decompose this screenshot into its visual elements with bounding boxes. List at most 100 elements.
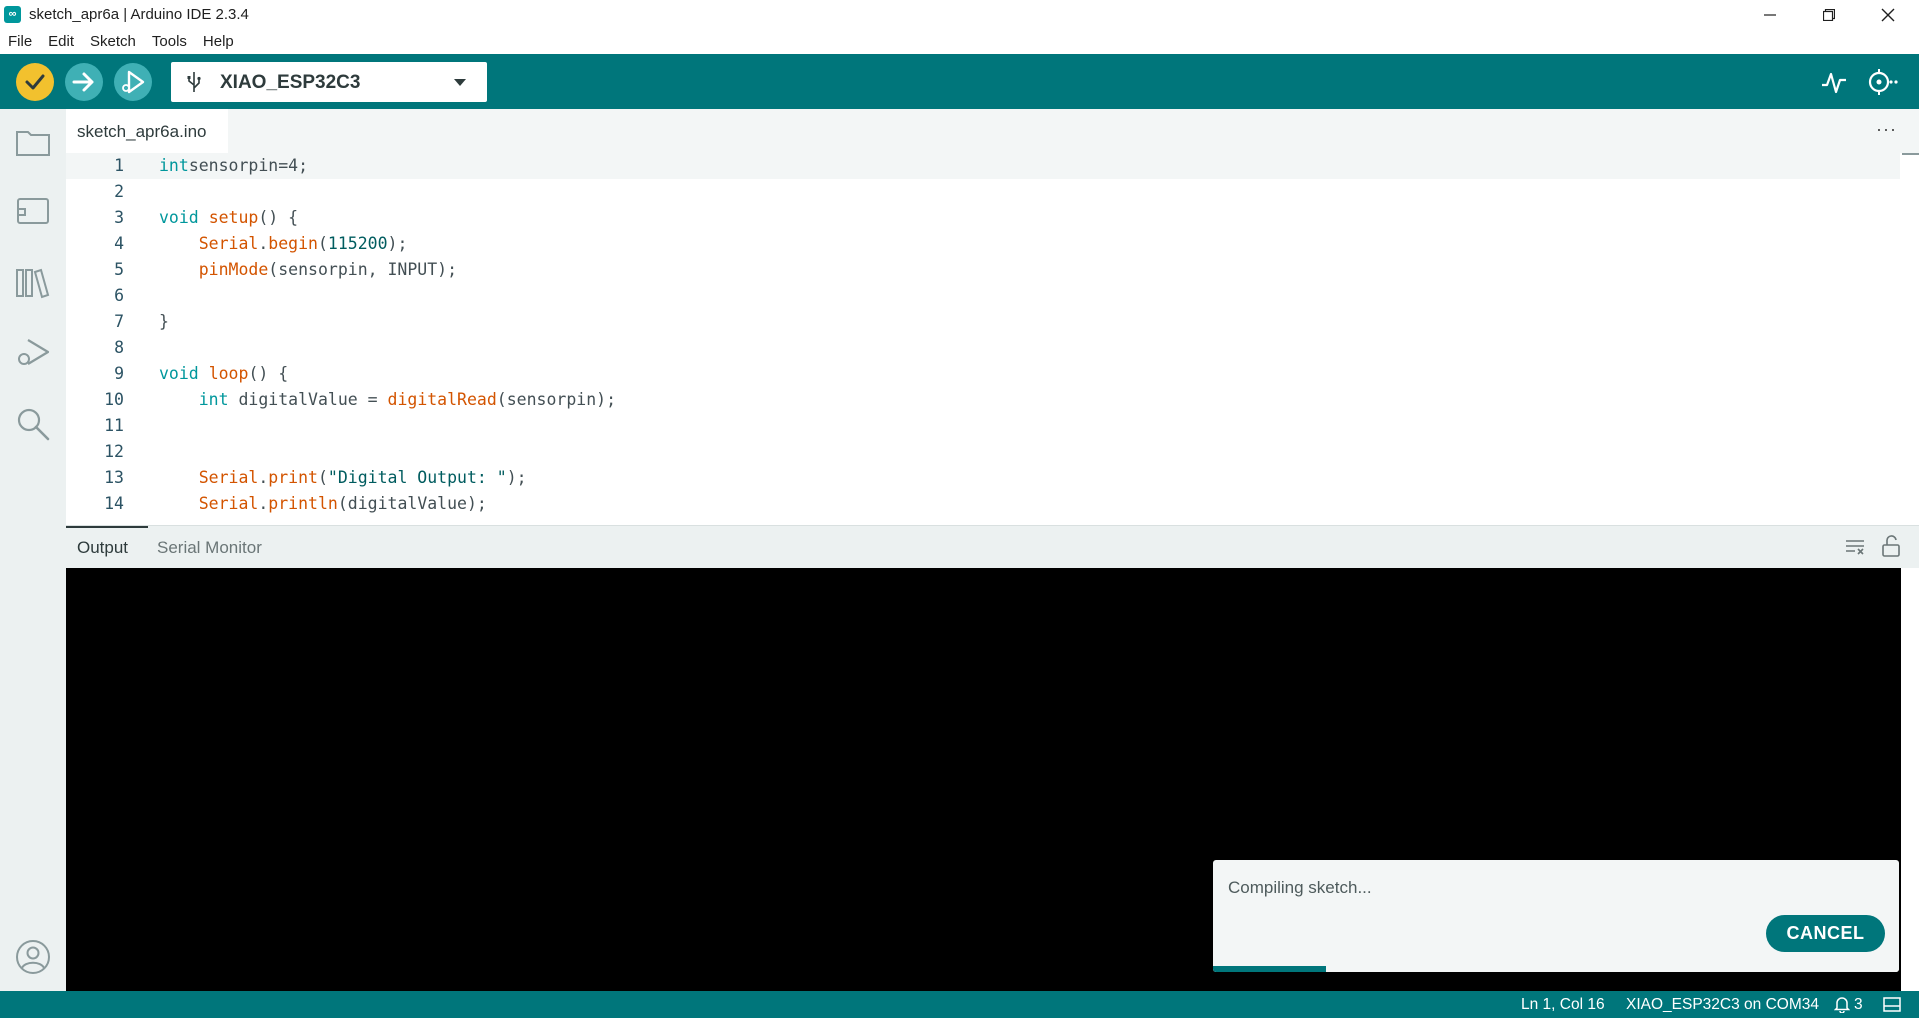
minimap-indicator[interactable] bbox=[1902, 153, 1919, 155]
board-port-status[interactable]: XIAO_ESP32C3 on COM34 bbox=[1626, 996, 1819, 1014]
toggle-panel-icon[interactable] bbox=[1883, 997, 1901, 1017]
upload-button[interactable] bbox=[65, 63, 103, 101]
code-line[interactable]: 9 void loop() { bbox=[66, 361, 1900, 387]
line-number: 1 bbox=[114, 156, 124, 175]
usb-icon bbox=[187, 72, 201, 92]
line-number: 5 bbox=[114, 260, 124, 279]
sketchbook-button[interactable] bbox=[14, 123, 52, 161]
debug-button[interactable] bbox=[114, 63, 152, 101]
menu-tools[interactable]: Tools bbox=[144, 29, 195, 54]
debug-sidebar-button[interactable] bbox=[14, 334, 52, 372]
line-number: 12 bbox=[104, 442, 124, 461]
minimize-button[interactable] bbox=[1741, 0, 1799, 29]
clear-output-icon[interactable] bbox=[1845, 538, 1865, 561]
status-bar: Ln 1, Col 16 XIAO_ESP32C3 on COM34 3 bbox=[0, 991, 1919, 1018]
code-line[interactable]: 6 bbox=[66, 283, 1900, 309]
bell-icon[interactable] bbox=[1833, 996, 1851, 1018]
library-manager-button[interactable] bbox=[14, 264, 52, 302]
code-line[interactable]: 10 int digitalValue = digitalRead(sensor… bbox=[66, 387, 1900, 413]
window-title: sketch_apr6a | Arduino IDE 2.3.4 bbox=[29, 6, 249, 23]
line-number: 4 bbox=[114, 234, 124, 253]
code-line[interactable]: 12 bbox=[66, 439, 1900, 465]
verify-button[interactable] bbox=[16, 63, 54, 101]
code-line[interactable]: 1 intsensorpin=4; bbox=[66, 153, 1900, 179]
arrow-right-icon bbox=[72, 72, 94, 92]
line-number: 11 bbox=[104, 416, 124, 435]
line-number: 10 bbox=[104, 390, 124, 409]
checkmark-icon bbox=[25, 74, 45, 90]
search-button[interactable] bbox=[14, 405, 52, 443]
close-button[interactable] bbox=[1859, 0, 1917, 29]
tab-serial-monitor[interactable]: Serial Monitor bbox=[157, 538, 262, 558]
code-line[interactable]: 13 Serial.print("Digital Output: "); bbox=[66, 465, 1900, 491]
code-line[interactable]: 4 Serial.begin(115200); bbox=[66, 231, 1900, 257]
toolbar: XIAO_ESP32C3 bbox=[0, 54, 1919, 109]
editor-tab-strip: sketch_apr6a.ino ··· bbox=[66, 109, 1919, 153]
library-icon bbox=[16, 268, 50, 299]
search-icon bbox=[17, 408, 50, 441]
activity-sidebar bbox=[0, 109, 66, 991]
line-text: Serial.println(digitalValue); bbox=[198, 494, 487, 513]
code-text-area[interactable]: 1 intsensorpin=4; 2 3 void setup() { 4 Serial… bbox=[66, 153, 1900, 525]
menu-help[interactable]: Help bbox=[195, 29, 242, 54]
line-number: 9 bbox=[114, 364, 124, 383]
line-text: int digitalValue = digitalRead(sensorpin… bbox=[198, 390, 617, 409]
line-number: 8 bbox=[114, 338, 124, 357]
line-text: Serial.begin(115200); bbox=[198, 234, 408, 253]
minimize-icon bbox=[1764, 13, 1776, 16]
debug-icon bbox=[18, 339, 50, 365]
close-icon bbox=[1881, 8, 1895, 21]
line-text: Serial.print("Digital Output: "); bbox=[198, 468, 527, 487]
more-options-icon[interactable]: ··· bbox=[1876, 119, 1897, 140]
progress-bar bbox=[1213, 966, 1899, 972]
restore-button[interactable] bbox=[1800, 0, 1858, 29]
code-line[interactable]: 8 bbox=[66, 335, 1900, 361]
plotter-icon bbox=[1822, 72, 1846, 94]
debug-play-icon bbox=[122, 70, 145, 94]
line-text: } bbox=[159, 312, 169, 331]
menu-file[interactable]: File bbox=[0, 29, 40, 54]
code-line[interactable]: 2 bbox=[66, 179, 1900, 205]
serial-plotter-button[interactable] bbox=[1820, 68, 1848, 96]
line-number: 2 bbox=[114, 182, 124, 201]
line-number: 7 bbox=[114, 312, 124, 331]
menu-bar: File Edit Sketch Tools Help bbox=[0, 29, 1919, 54]
line-number: 3 bbox=[114, 208, 124, 227]
code-line[interactable]: 11 bbox=[66, 413, 1900, 439]
bottom-panel-header: Output Serial Monitor bbox=[66, 525, 1919, 568]
file-tab[interactable]: sketch_apr6a.ino bbox=[66, 109, 228, 153]
board-selector[interactable]: XIAO_ESP32C3 bbox=[171, 62, 487, 102]
notification-message: Compiling sketch... bbox=[1228, 878, 1372, 897]
folder-icon bbox=[16, 131, 50, 156]
unlock-scroll-icon[interactable] bbox=[1881, 535, 1901, 562]
line-text: pinMode(sensorpin, INPUT); bbox=[198, 260, 458, 279]
serial-monitor-icon bbox=[1868, 69, 1898, 95]
arduino-logo-icon: ∞ bbox=[4, 6, 21, 23]
code-line[interactable]: 3 void setup() { bbox=[66, 205, 1900, 231]
line-text: intsensorpin=4; bbox=[159, 156, 309, 175]
cancel-button[interactable]: CANCEL bbox=[1766, 915, 1885, 952]
cursor-position[interactable]: Ln 1, Col 16 bbox=[1521, 996, 1605, 1014]
active-tab-indicator bbox=[66, 526, 148, 528]
line-text: void loop() { bbox=[159, 364, 289, 383]
line-text: void setup() { bbox=[159, 208, 299, 227]
tab-output[interactable]: Output bbox=[77, 538, 128, 558]
code-line[interactable]: 5 pinMode(sensorpin, INPUT); bbox=[66, 257, 1900, 283]
board-name: XIAO_ESP32C3 bbox=[220, 72, 361, 93]
notification-count[interactable]: 3 bbox=[1854, 996, 1863, 1014]
restore-icon bbox=[1823, 8, 1835, 21]
code-line[interactable]: 7} bbox=[66, 309, 1900, 335]
code-editor: sketch_apr6a.ino ··· 1 intsensorpin=4; 2 3 v… bbox=[66, 109, 1919, 525]
boards-manager-button[interactable] bbox=[14, 193, 52, 231]
menu-sketch[interactable]: Sketch bbox=[82, 29, 144, 54]
line-number: 14 bbox=[104, 494, 124, 513]
line-number: 13 bbox=[104, 468, 124, 487]
line-number: 6 bbox=[114, 286, 124, 305]
board-icon bbox=[17, 198, 49, 224]
profile-button[interactable] bbox=[14, 938, 52, 976]
menu-edit[interactable]: Edit bbox=[40, 29, 82, 54]
chevron-down-icon[interactable] bbox=[454, 79, 466, 86]
serial-monitor-button[interactable] bbox=[1866, 66, 1898, 98]
compile-notification: Compiling sketch... CANCEL bbox=[1213, 860, 1899, 972]
code-line[interactable]: 14 Serial.println(digitalValue); bbox=[66, 491, 1900, 517]
